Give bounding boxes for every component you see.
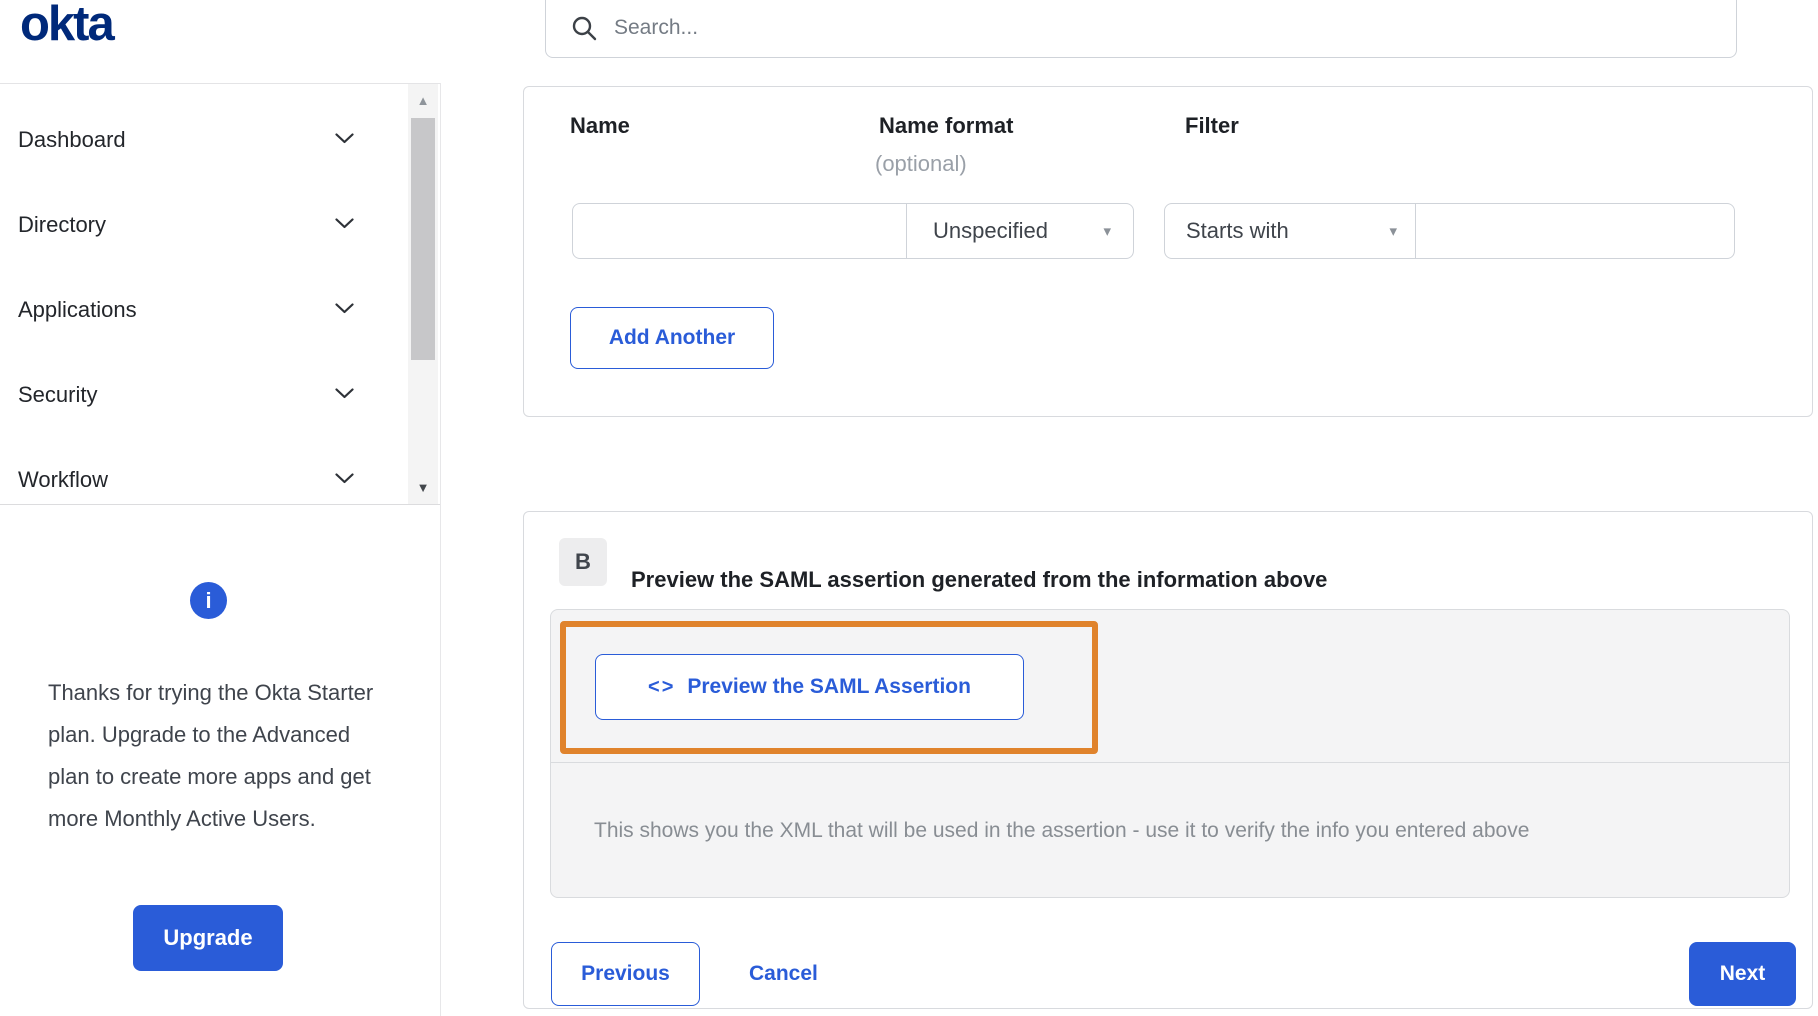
filter-type-select[interactable]: Starts with ▾ bbox=[1165, 204, 1416, 258]
search-input[interactable] bbox=[598, 7, 1736, 49]
sidebar-divider bbox=[440, 83, 441, 1016]
filter-type-value: Starts with bbox=[1186, 218, 1289, 243]
upgrade-message: Thanks for trying the Okta Starter plan.… bbox=[48, 680, 374, 831]
scrollbar-thumb[interactable] bbox=[411, 118, 435, 360]
upgrade-panel: i Thanks for trying the Okta Starter pla… bbox=[0, 506, 440, 1016]
preview-button-label: Preview the SAML Assertion bbox=[687, 675, 971, 698]
scroll-down-icon[interactable]: ▼ bbox=[408, 480, 438, 495]
next-button[interactable]: Next bbox=[1689, 942, 1796, 1006]
search-icon bbox=[572, 16, 597, 40]
preview-description-area: This shows you the XML that will be used… bbox=[551, 763, 1789, 897]
caret-down-icon: ▾ bbox=[1389, 223, 1397, 240]
sidebar-item-directory[interactable]: Directory bbox=[0, 183, 406, 267]
sidebar-item-label: Dashboard bbox=[18, 127, 126, 152]
add-another-button[interactable]: Add Another bbox=[570, 307, 774, 369]
sidebar-item-workflow[interactable]: Workflow bbox=[0, 438, 406, 504]
attribute-statements-card: Name Name format (optional) Filter Unspe… bbox=[523, 86, 1813, 417]
code-brackets-icon: <> bbox=[648, 675, 676, 698]
name-format-hint: (optional) bbox=[875, 151, 967, 176]
preview-description: This shows you the XML that will be used… bbox=[594, 818, 1530, 842]
okta-admin-page: okta Dashboard Directory Applications Se… bbox=[0, 0, 1818, 1016]
sidebar-item-label: Workflow bbox=[18, 467, 109, 492]
filter-field-group: Starts with ▾ bbox=[1164, 203, 1735, 259]
search-bar[interactable] bbox=[545, 0, 1737, 58]
filter-column-label: Filter bbox=[1185, 113, 1239, 138]
name-format-select[interactable]: Unspecified ▾ bbox=[907, 204, 1133, 258]
info-icon: i bbox=[190, 582, 227, 619]
caret-down-icon: ▾ bbox=[1103, 223, 1111, 240]
preview-saml-card: B Preview the SAML assertion generated f… bbox=[523, 511, 1813, 1009]
sidebar-scrollbar[interactable]: ▲ ▼ bbox=[408, 84, 438, 504]
preview-section-title: Preview the SAML assertion generated fro… bbox=[631, 567, 1328, 593]
cancel-link[interactable]: Cancel bbox=[749, 942, 818, 1006]
sidebar-item-security[interactable]: Security bbox=[0, 353, 406, 437]
name-format-value: Unspecified bbox=[933, 218, 1048, 243]
preview-saml-assertion-button[interactable]: <> Preview the SAML Assertion bbox=[595, 654, 1024, 720]
okta-logo[interactable]: okta bbox=[20, 0, 115, 52]
chevron-down-icon bbox=[335, 301, 354, 319]
preview-button-area: <> Preview the SAML Assertion bbox=[551, 610, 1789, 763]
sidebar-nav: Dashboard Directory Applications Securit… bbox=[0, 83, 440, 505]
chevron-down-icon bbox=[335, 131, 354, 149]
name-column-label: Name bbox=[570, 113, 630, 138]
preview-panel: <> Preview the SAML Assertion This shows… bbox=[550, 609, 1790, 898]
upgrade-button[interactable]: Upgrade bbox=[133, 905, 283, 971]
filter-value-input[interactable] bbox=[1416, 204, 1734, 258]
sidebar-item-label: Applications bbox=[18, 297, 137, 322]
sidebar-item-dashboard[interactable]: Dashboard bbox=[0, 98, 406, 182]
chevron-down-icon bbox=[335, 386, 354, 404]
name-format-column-label: Name format bbox=[879, 113, 1014, 138]
sidebar-item-label: Directory bbox=[18, 212, 107, 237]
step-b-badge: B bbox=[559, 538, 607, 586]
scroll-up-icon[interactable]: ▲ bbox=[408, 93, 438, 108]
name-input[interactable] bbox=[573, 204, 907, 258]
chevron-down-icon bbox=[335, 216, 354, 234]
previous-button[interactable]: Previous bbox=[551, 942, 700, 1006]
sidebar-item-applications[interactable]: Applications bbox=[0, 268, 406, 352]
chevron-down-icon bbox=[335, 471, 354, 489]
sidebar-item-label: Security bbox=[18, 382, 98, 407]
name-field-group: Unspecified ▾ bbox=[572, 203, 1134, 259]
